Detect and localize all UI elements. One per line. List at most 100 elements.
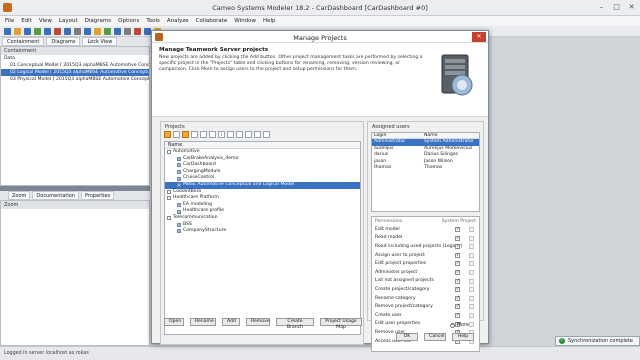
toolbar-button-icon[interactable] <box>114 28 121 35</box>
toolbar-button-icon[interactable] <box>34 28 41 35</box>
export-icon[interactable] <box>245 131 252 138</box>
dialog-close-icon[interactable]: ✕ <box>472 32 486 42</box>
permission-checkbox[interactable]: ✓ <box>455 287 460 293</box>
toolbar-button-icon[interactable] <box>144 28 151 35</box>
system-project-checkbox[interactable] <box>469 261 474 267</box>
project-name: CarDashboard <box>183 162 216 168</box>
menu-item-tools[interactable]: Tools <box>146 18 160 24</box>
toolbar-button-icon[interactable] <box>54 28 61 35</box>
system-project-checkbox[interactable] <box>469 312 474 318</box>
filter-icon[interactable] <box>263 131 270 138</box>
permission-checkbox[interactable]: ✓ <box>455 278 460 284</box>
system-project-checkbox[interactable] <box>469 269 474 275</box>
menu-item-help[interactable]: Help <box>263 18 276 24</box>
containment-tree-item[interactable]: Data <box>1 55 149 62</box>
system-project-checkbox[interactable] <box>469 304 474 310</box>
system-project-checkbox[interactable] <box>469 227 474 232</box>
open-button[interactable]: Open <box>164 318 184 326</box>
more-toggle[interactable]: ^ More <box>450 323 469 328</box>
menu-item-collaborate[interactable]: Collaborate <box>196 18 228 24</box>
project-row[interactable]: CarDashboard <box>165 162 360 169</box>
toolbar-button-icon[interactable] <box>44 28 51 35</box>
menu-item-diagrams[interactable]: Diagrams <box>85 18 111 24</box>
expand-icon[interactable] <box>200 131 207 138</box>
system-project-checkbox[interactable] <box>469 252 474 258</box>
menu-item-edit[interactable]: Edit <box>21 18 32 24</box>
rename-button[interactable]: Rename <box>190 318 216 326</box>
permission-checkbox[interactable]: ✓ <box>455 295 460 301</box>
expand-collapse-icon[interactable] <box>167 189 171 194</box>
containment-tree-item[interactable]: 03 Physical Model [ 2015Q3 alphaMBSE Aut… <box>1 76 149 83</box>
remove-button[interactable]: Remove <box>246 318 270 326</box>
project-category-row[interactable]: Automotive <box>165 149 360 156</box>
tab-documentation[interactable]: Documentation <box>32 191 79 200</box>
menu-item-file[interactable]: File <box>5 18 14 24</box>
user-row[interactable]: thomas Thomas <box>372 165 479 171</box>
help-button[interactable]: Help <box>452 333 474 341</box>
project-row[interactable]: MBSE Automotive Conceptual and Logical M… <box>165 181 360 189</box>
permission-checkbox[interactable]: ✓ <box>455 252 460 258</box>
expand-collapse-icon[interactable] <box>167 150 171 155</box>
tab-zoom[interactable]: Zoom <box>8 191 31 200</box>
permission-checkbox[interactable]: ✓ <box>455 244 460 250</box>
toolbar-button-icon[interactable] <box>134 28 141 35</box>
minimize-icon[interactable]: – <box>595 2 608 12</box>
containment-tree-item[interactable]: 02 Logical Model [ 2015Q3 alphaMBSE Auto… <box>1 69 149 76</box>
project-usage-map-button[interactable]: Project Usage Map <box>320 318 362 330</box>
system-project-checkbox[interactable] <box>469 244 474 250</box>
permission-checkbox[interactable]: ✓ <box>455 304 460 310</box>
info-icon[interactable]: i <box>218 131 225 138</box>
tab-lock-view[interactable]: Lock View <box>82 37 118 46</box>
toolbar-button-icon[interactable] <box>24 28 31 35</box>
permission-checkbox[interactable]: ✓ <box>455 261 460 267</box>
menu-item-view[interactable]: View <box>39 18 52 24</box>
create-branch-button[interactable]: Create Branch <box>276 318 314 330</box>
toolbar-button-icon[interactable] <box>84 28 91 35</box>
refresh-icon[interactable] <box>209 131 216 138</box>
add-button[interactable]: Add <box>222 318 240 326</box>
project-row[interactable]: CompanyStructure <box>165 228 360 235</box>
maximize-icon[interactable]: □ <box>610 2 623 12</box>
toolbar-button-icon[interactable] <box>94 28 101 35</box>
system-project-checkbox[interactable] <box>469 321 474 327</box>
ok-button[interactable]: OK <box>396 333 418 341</box>
toolbar-button-icon[interactable] <box>74 28 81 35</box>
toolbar-button-icon[interactable] <box>14 28 21 35</box>
tab-diagrams[interactable]: Diagrams <box>46 37 81 46</box>
toolbar-button-icon[interactable] <box>104 28 111 35</box>
permission-checkbox[interactable]: ✓ <box>455 269 460 275</box>
menu-item-analyze[interactable]: Analyze <box>167 18 189 24</box>
tab-properties[interactable]: Properties <box>80 191 115 200</box>
compare-icon[interactable] <box>227 131 234 138</box>
project-row[interactable]: Healthcare profile <box>165 208 360 215</box>
toolbar-button-icon[interactable] <box>64 28 71 35</box>
expand-collapse-icon[interactable] <box>167 196 171 201</box>
close-icon[interactable]: ✕ <box>625 2 638 12</box>
cancel-button[interactable]: Cancel <box>424 333 446 341</box>
menu-item-options[interactable]: Options <box>118 18 139 24</box>
expand-collapse-icon[interactable] <box>167 216 171 221</box>
import-icon[interactable] <box>254 131 261 138</box>
permission-checkbox[interactable]: ✓ <box>455 235 460 241</box>
project-name: CruiseControl <box>183 175 215 181</box>
menu-item-window[interactable]: Window <box>234 18 256 24</box>
permission-checkbox[interactable]: ✓ <box>455 312 460 318</box>
permission-checkbox[interactable]: ✓ <box>455 227 460 232</box>
project-category-row[interactable]: Telecommunication <box>165 215 360 222</box>
system-project-checkbox[interactable] <box>469 287 474 293</box>
folder-icon[interactable] <box>164 131 171 138</box>
move-icon[interactable] <box>191 131 198 138</box>
system-project-checkbox[interactable] <box>469 278 474 284</box>
tab-containment[interactable]: Containment <box>2 37 45 46</box>
menu-item-layout[interactable]: Layout <box>59 18 78 24</box>
project-row[interactable]: CruiseControl <box>165 175 360 182</box>
toolbar-button-icon[interactable] <box>4 28 11 35</box>
system-project-checkbox[interactable] <box>469 235 474 241</box>
history-icon[interactable] <box>236 131 243 138</box>
system-project-checkbox[interactable] <box>469 295 474 301</box>
open-folder-icon[interactable] <box>182 131 189 138</box>
toolbar-button-icon[interactable] <box>124 28 131 35</box>
containment-tree-item[interactable]: 01 Conceptual Model [ 2015Q3 alphaMBSE A… <box>1 62 149 69</box>
project-category-row[interactable]: Healthcare Platform <box>165 195 360 202</box>
new-category-icon[interactable] <box>173 131 180 138</box>
